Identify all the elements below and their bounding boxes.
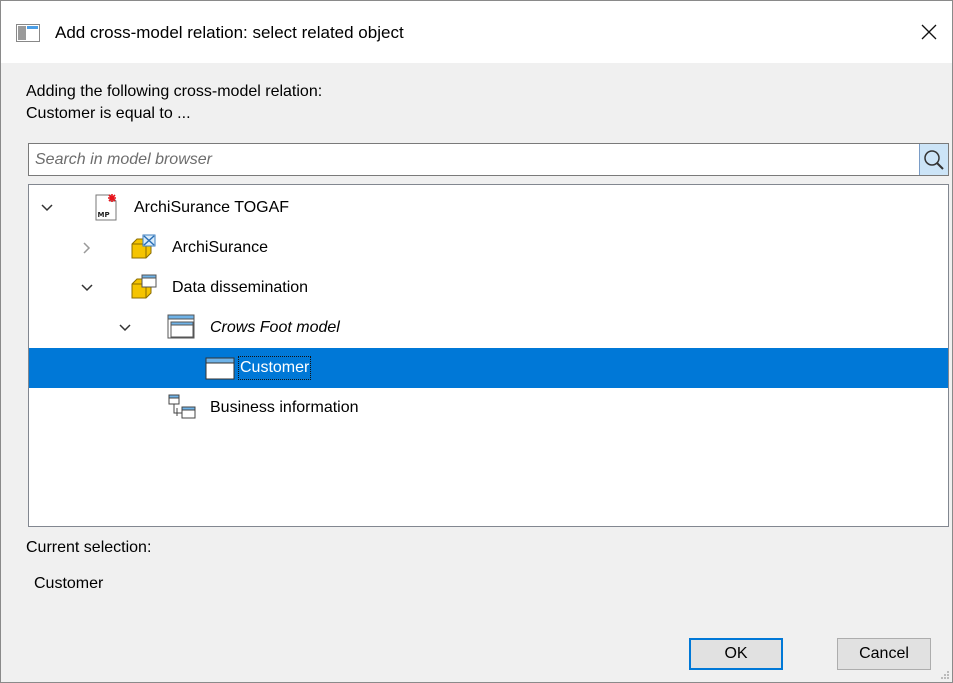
tree-item-label: Business information [210, 399, 359, 416]
package-model-icon [131, 274, 157, 299]
chevron-down-icon[interactable] [39, 200, 55, 216]
tree-item-archisurance[interactable]: ArchiSurance [29, 228, 948, 268]
tree-item-customer[interactable]: Customer [29, 348, 948, 388]
tree-item-crows-foot-model[interactable]: Crows Foot model [29, 308, 948, 348]
chevron-down-icon[interactable] [79, 280, 95, 296]
business-information-icon [168, 394, 196, 419]
current-selection-value: Customer [34, 575, 104, 592]
cancel-button[interactable]: Cancel [837, 638, 931, 670]
tree-item-label: ArchiSurance [172, 239, 269, 256]
relation-description-line2: Customer is equal to ... [26, 105, 191, 122]
tree-item-business-information[interactable]: Business information [29, 388, 948, 428]
chevron-down-icon[interactable] [117, 320, 133, 336]
search-input[interactable] [29, 144, 919, 175]
current-selection-label: Current selection: [26, 539, 152, 556]
tree-item-label: Crows Foot model [210, 319, 340, 336]
close-button[interactable] [906, 1, 952, 63]
tree-item-archisurance-togaf[interactable]: MP ArchiSurance TOGAF [29, 188, 948, 228]
tree-item-label: ArchiSurance TOGAF [134, 199, 290, 216]
dialog-title: Add cross-model relation: select related… [55, 23, 404, 42]
entity-icon [205, 357, 235, 380]
search-box [28, 143, 949, 176]
model-browser-tree[interactable]: MP ArchiSurance TOGAF ArchiSurance Data … [28, 184, 949, 527]
tree-item-label: Customer [238, 356, 312, 380]
mp-model-file-icon: MP [95, 194, 117, 221]
data-model-icon [167, 314, 195, 339]
search-button[interactable] [919, 144, 948, 175]
relation-description-line1: Adding the following cross-model relatio… [26, 83, 323, 100]
package-view-icon [131, 234, 156, 259]
search-icon [924, 149, 944, 170]
dialog-window: Add cross-model relation: select related… [0, 0, 953, 683]
ok-button[interactable]: OK [689, 638, 783, 670]
resize-grip-icon[interactable] [939, 669, 949, 679]
tree-item-data-dissemination[interactable]: Data dissemination [29, 268, 948, 308]
close-icon [921, 24, 937, 40]
dialog-window-icon [16, 24, 40, 42]
relation-description: Adding the following cross-model relatio… [26, 81, 322, 125]
svg-text:MP: MP [98, 211, 110, 219]
tree-item-label: Data dissemination [172, 279, 309, 296]
chevron-right-icon[interactable] [79, 240, 95, 256]
title-bar[interactable]: Add cross-model relation: select related… [1, 1, 952, 63]
